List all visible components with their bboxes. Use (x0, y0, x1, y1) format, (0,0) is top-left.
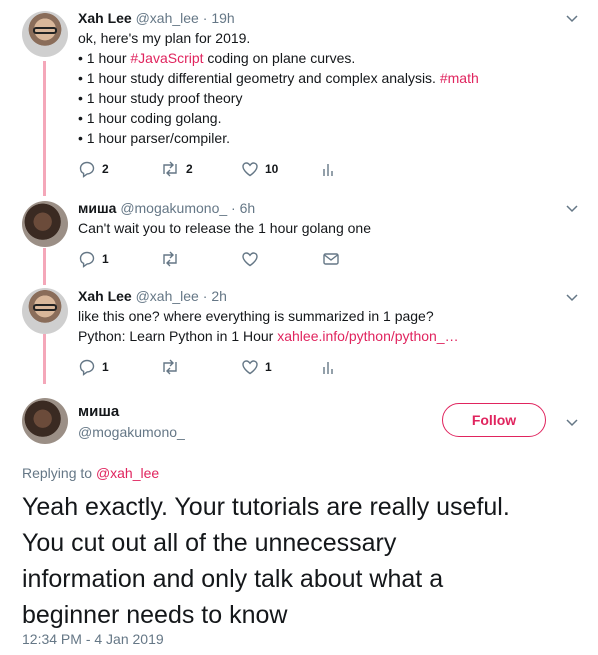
reply-icon (79, 359, 95, 376)
author-handle[interactable]: @mogakumono_ (120, 200, 227, 216)
tweet-text-segment: coding on plane curves. (203, 50, 356, 66)
main-tweet-text: Yeah exactly. Your tutorials are really … (22, 489, 582, 633)
tweet-line: • 1 hour coding golang. (78, 108, 479, 128)
retweet-button[interactable] (160, 249, 180, 269)
tweet-link[interactable]: #JavaScript (130, 50, 203, 66)
chevron-down-icon[interactable] (566, 291, 578, 303)
tweet-header: миша @mogakumono_ · 6h (78, 200, 255, 216)
tweet-header: Xah Lee @xah_lee · 19h (78, 10, 235, 26)
retweet-button[interactable]: 2 (160, 159, 193, 179)
message-button[interactable] (322, 249, 340, 269)
analytics-button[interactable] (322, 357, 336, 377)
separator-dot: · (198, 288, 212, 304)
replying-to: Replying to @xah_lee (22, 465, 159, 481)
avatar[interactable] (22, 201, 68, 247)
like-button[interactable]: 10 (241, 159, 278, 179)
tweet-text-segment: • 1 hour study proof theory (78, 90, 243, 106)
author-handle[interactable]: @xah_lee (136, 288, 199, 304)
analytics-button[interactable] (322, 159, 336, 179)
tweet[interactable]: Xah Lee @xah_lee · 2h like this one? whe… (0, 280, 598, 388)
retweet-icon (163, 161, 177, 177)
tweet-timestamp[interactable]: 12:34 PM - 4 Jan 2019 (22, 631, 164, 647)
author-handle[interactable]: @mogakumono_ (78, 422, 185, 442)
replying-to-link[interactable]: @xah_lee (96, 465, 159, 481)
heart-icon (242, 360, 258, 375)
reply-icon (79, 251, 95, 268)
reply-icon (79, 161, 95, 178)
tweet-text-segment: ok, here's my plan for 2019. (78, 30, 251, 46)
tweet-text-segment: • 1 hour study differential geometry and… (78, 70, 440, 86)
author-name[interactable]: миша (78, 402, 185, 422)
retweet-button[interactable] (160, 357, 180, 377)
tweet-text-segment: Python: Learn Python in 1 Hour (78, 328, 278, 344)
tweet-line: Python: Learn Python in 1 Hour xahlee.in… (78, 326, 459, 346)
tweet-line: • 1 hour #JavaScript coding on plane cur… (78, 48, 479, 68)
separator-dot: · (198, 10, 212, 26)
tweet-time[interactable]: 19h (211, 10, 234, 26)
tweet-text-segment: • 1 hour parser/compiler. (78, 130, 230, 146)
main-tweet-line: Yeah exactly. Your tutorials are really … (22, 493, 510, 521)
tweet-time[interactable]: 6h (240, 200, 256, 216)
author-name[interactable]: Xah Lee (78, 10, 132, 26)
main-tweet-header: миша @mogakumono_ (78, 402, 185, 442)
tweet-text: like this one? where everything is summa… (78, 306, 459, 346)
envelope-icon (323, 253, 339, 265)
separator-dot: · (227, 200, 240, 216)
analytics-icon (323, 362, 333, 374)
analytics-icon (323, 164, 333, 176)
tweet-actions: 1 (78, 249, 378, 269)
tweet-actions: 2 2 10 (78, 159, 378, 179)
tweet-header: Xah Lee @xah_lee · 2h (78, 288, 227, 304)
tweet[interactable]: миша @mogakumono_ · 6h Can't wait you to… (0, 190, 598, 280)
follow-button[interactable]: Follow (442, 403, 546, 437)
tweet-text: Can't wait you to release the 1 hour gol… (78, 218, 371, 238)
author-name[interactable]: миша (78, 200, 116, 216)
reply-count: 1 (102, 252, 109, 266)
retweet-count: 2 (186, 162, 193, 176)
tweet-line: • 1 hour parser/compiler. (78, 128, 479, 148)
like-count: 10 (265, 162, 279, 176)
tweet-actions: 1 1 (78, 357, 378, 377)
chevron-down-icon[interactable] (566, 202, 578, 214)
main-tweet-line: You cut out all of the unnecessary (22, 529, 397, 557)
heart-icon (242, 252, 258, 267)
chevron-down-icon[interactable] (566, 12, 578, 24)
tweet-line: ok, here's my plan for 2019. (78, 28, 479, 48)
replying-prefix: Replying to (22, 465, 96, 481)
tweet-text: ok, here's my plan for 2019. • 1 hour #Ja… (78, 28, 479, 148)
like-button[interactable]: 1 (241, 357, 272, 377)
reply-button[interactable]: 2 (78, 159, 109, 179)
like-count: 1 (265, 360, 272, 374)
retweet-icon (163, 251, 177, 267)
like-button[interactable] (241, 249, 259, 269)
tweet-text-segment: Can't wait you to release the 1 hour gol… (78, 220, 371, 236)
author-name[interactable]: Xah Lee (78, 288, 132, 304)
tweet[interactable]: Xah Lee @xah_lee · 19h ok, here's my pla… (0, 0, 598, 190)
tweet-time[interactable]: 2h (211, 288, 227, 304)
reply-button[interactable]: 1 (78, 249, 109, 269)
tweet-line: • 1 hour study proof theory (78, 88, 479, 108)
heart-icon (242, 162, 258, 177)
main-tweet-line: beginner needs to know (22, 601, 288, 629)
avatar[interactable] (22, 11, 68, 57)
tweet-link[interactable]: xahlee.info/python/python_… (277, 328, 458, 344)
reply-count: 1 (102, 360, 109, 374)
reply-button[interactable]: 1 (78, 357, 109, 377)
tweet-text-segment: • 1 hour coding golang. (78, 110, 222, 126)
tweet-link[interactable]: #math (440, 70, 479, 86)
tweet-text-segment: • 1 hour (78, 50, 131, 66)
retweet-icon (163, 359, 177, 375)
reply-count: 2 (102, 162, 109, 176)
tweet-line: Can't wait you to release the 1 hour gol… (78, 218, 371, 238)
tweet-line: • 1 hour study differential geometry and… (78, 68, 479, 88)
avatar[interactable] (22, 288, 68, 334)
main-tweet-line: information and only talk about what a (22, 565, 444, 593)
chevron-down-icon[interactable] (566, 416, 578, 428)
tweet-text-segment: like this one? where everything is summa… (78, 308, 434, 324)
avatar[interactable] (22, 398, 68, 444)
author-handle[interactable]: @xah_lee (136, 10, 199, 26)
tweet-line: like this one? where everything is summa… (78, 306, 459, 326)
